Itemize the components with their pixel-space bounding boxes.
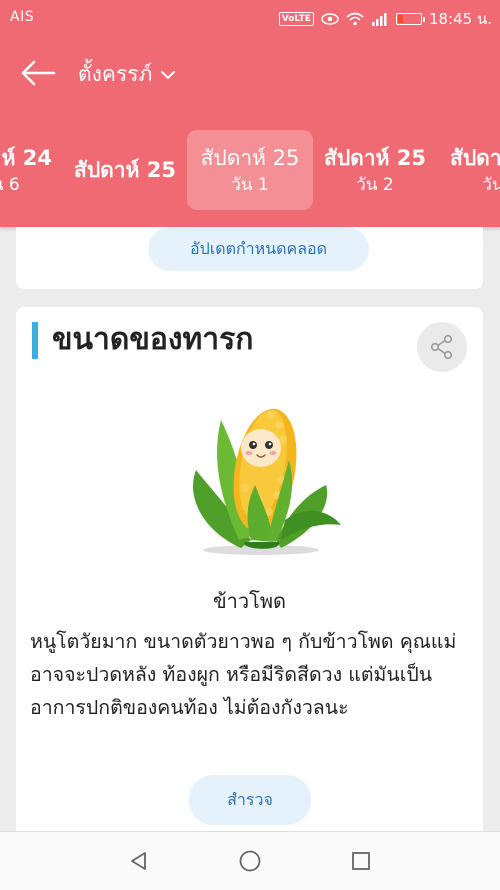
clock: 18:45 น. [428, 10, 492, 28]
section-heading: ขนาดของทารก [52, 322, 254, 357]
tab-week-25-day-1[interactable]: สัปดาห์ 25 วัน 1 [187, 130, 313, 210]
explore-button[interactable]: สำรวจ [189, 775, 311, 825]
tab-day-label: วัน 3 [482, 175, 500, 195]
tab-week-label: สัปดาห์ 25 [200, 146, 300, 170]
tab-day-label: วัน 1 [231, 175, 269, 195]
status-bar: AIS VoLTE 18:45 น. [0, 0, 500, 34]
page-title: ตั้งครรภ์ [78, 62, 153, 86]
due-date-card: อัปเดตกำหนดคลอด [16, 227, 483, 289]
signal-icon [371, 13, 387, 26]
section-accent-bar [32, 322, 38, 359]
carrier-label: AIS [10, 9, 35, 25]
status-icons: VoLTE 18:45 น. [278, 7, 492, 31]
share-button[interactable] [417, 322, 467, 372]
wifi-icon [346, 12, 364, 26]
update-due-date-button[interactable]: อัปเดตกำหนดคลอด [148, 227, 369, 271]
week-day-tabs: สัปดาห์ 24 วัน 6 สัปดาห์ 25 สัปดาห์ 25 ว… [0, 124, 500, 214]
title-dropdown[interactable]: ตั้งครรภ์ [78, 58, 176, 91]
system-nav-bar [0, 831, 500, 890]
tab-week-25[interactable]: สัปดาห์ 25 [62, 130, 188, 210]
corn-illustration [193, 408, 341, 555]
share-icon [430, 334, 453, 360]
fruit-name: ข้าวโพด [212, 589, 287, 613]
nav-back-icon[interactable] [124, 846, 154, 876]
tab-week-24-day-6[interactable]: สัปดาห์ 24 วัน 6 [0, 130, 64, 210]
battery-icon [395, 13, 425, 25]
nav-recents-icon[interactable] [346, 846, 376, 876]
volte-icon: VoLTE [278, 12, 314, 26]
tab-week-label: สัปดาห์ 25 [74, 158, 176, 182]
tab-day-label: วัน 2 [356, 175, 394, 195]
tab-week-25-day-2[interactable]: สัปดาห์ 25 วัน 2 [312, 130, 438, 210]
back-arrow-icon[interactable] [18, 58, 58, 88]
tab-day-label: วัน 6 [0, 175, 20, 195]
tab-week-label: สัปดาห์ 25 [324, 146, 426, 170]
app-header: ตั้งครรภ์ สัปดาห์ 24 วัน 6 สัปดาห์ 25 สั… [0, 34, 500, 227]
tab-week-label: สัปดาห์ 25 [450, 146, 500, 170]
size-description: หนูโตวัยมาก ขนาดตัวยาวพอ ๆ กับข้าวโพด คุ… [30, 630, 457, 719]
eye-icon [321, 13, 339, 25]
nav-home-icon[interactable] [235, 846, 265, 876]
tab-week-25-day-3[interactable]: สัปดาห์ 25 วัน 3 [438, 130, 500, 210]
baby-size-card: ขนาดของทารก ข้าวโพด หนูโตวัยมาก ขนาดตัวย… [16, 307, 483, 867]
tab-week-label: สัปดาห์ 24 [0, 146, 52, 170]
chevron-down-icon [161, 70, 176, 79]
